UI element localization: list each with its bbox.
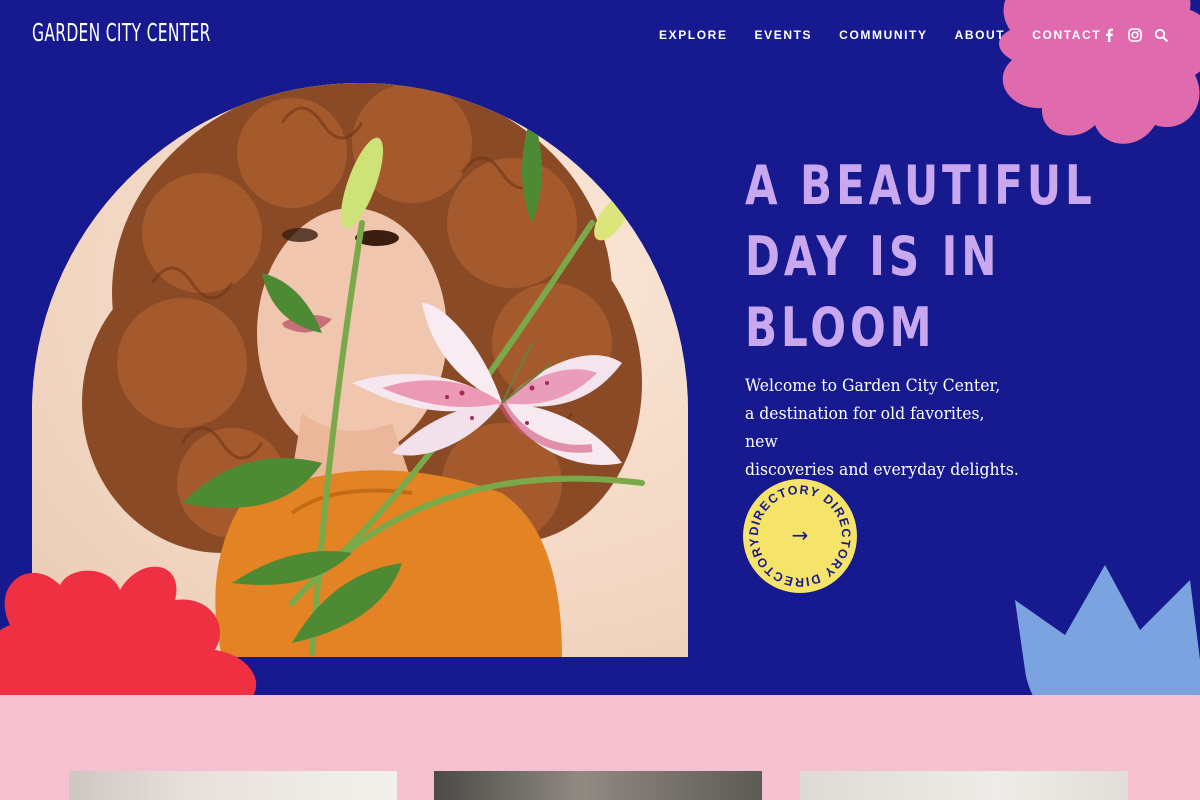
- pink-flower-shape: [999, 0, 1200, 144]
- directory-button[interactable]: DIRECTORY DIRECTORY DIRECTORY →: [742, 478, 858, 594]
- featured-cards-row: [0, 771, 1200, 800]
- hero-section: GARDEN CITY CENTER EXPLORE EVENTS COMMUN…: [0, 0, 1200, 695]
- headline-line: A BEAUTIFUL: [745, 154, 1096, 217]
- featured-card[interactable]: [800, 771, 1128, 800]
- facebook-icon[interactable]: [1101, 27, 1117, 43]
- main-nav: EXPLORE EVENTS COMMUNITY ABOUT CONTACT: [659, 28, 1101, 42]
- arrow-right-icon: →: [792, 523, 809, 547]
- nav-about[interactable]: ABOUT: [955, 28, 1006, 42]
- featured-card[interactable]: [69, 771, 397, 800]
- intro-line: a destination for old favorites, new: [745, 404, 985, 452]
- nav-community[interactable]: COMMUNITY: [839, 28, 927, 42]
- nav-explore[interactable]: EXPLORE: [659, 28, 728, 42]
- instagram-icon[interactable]: [1127, 27, 1143, 43]
- headline-line: DAY IS IN: [745, 225, 1001, 288]
- hero-headline: A BEAUTIFUL DAY IS IN BLOOM: [745, 150, 1096, 363]
- social-links: [1101, 27, 1169, 43]
- hero-intro-text: Welcome to Garden City Center, a destina…: [745, 372, 1021, 484]
- search-icon[interactable]: [1153, 27, 1169, 43]
- blue-tulip-shape: [1015, 565, 1200, 695]
- red-leaf-shape: [0, 566, 257, 695]
- featured-card[interactable]: [434, 771, 762, 800]
- nav-events[interactable]: EVENTS: [755, 28, 813, 42]
- site-logo[interactable]: GARDEN CITY CENTER: [32, 18, 211, 47]
- intro-line: discoveries and everyday delights.: [745, 460, 1019, 480]
- nav-contact[interactable]: CONTACT: [1032, 28, 1101, 42]
- intro-line: Welcome to Garden City Center,: [745, 376, 1001, 396]
- headline-line: BLOOM: [745, 296, 936, 359]
